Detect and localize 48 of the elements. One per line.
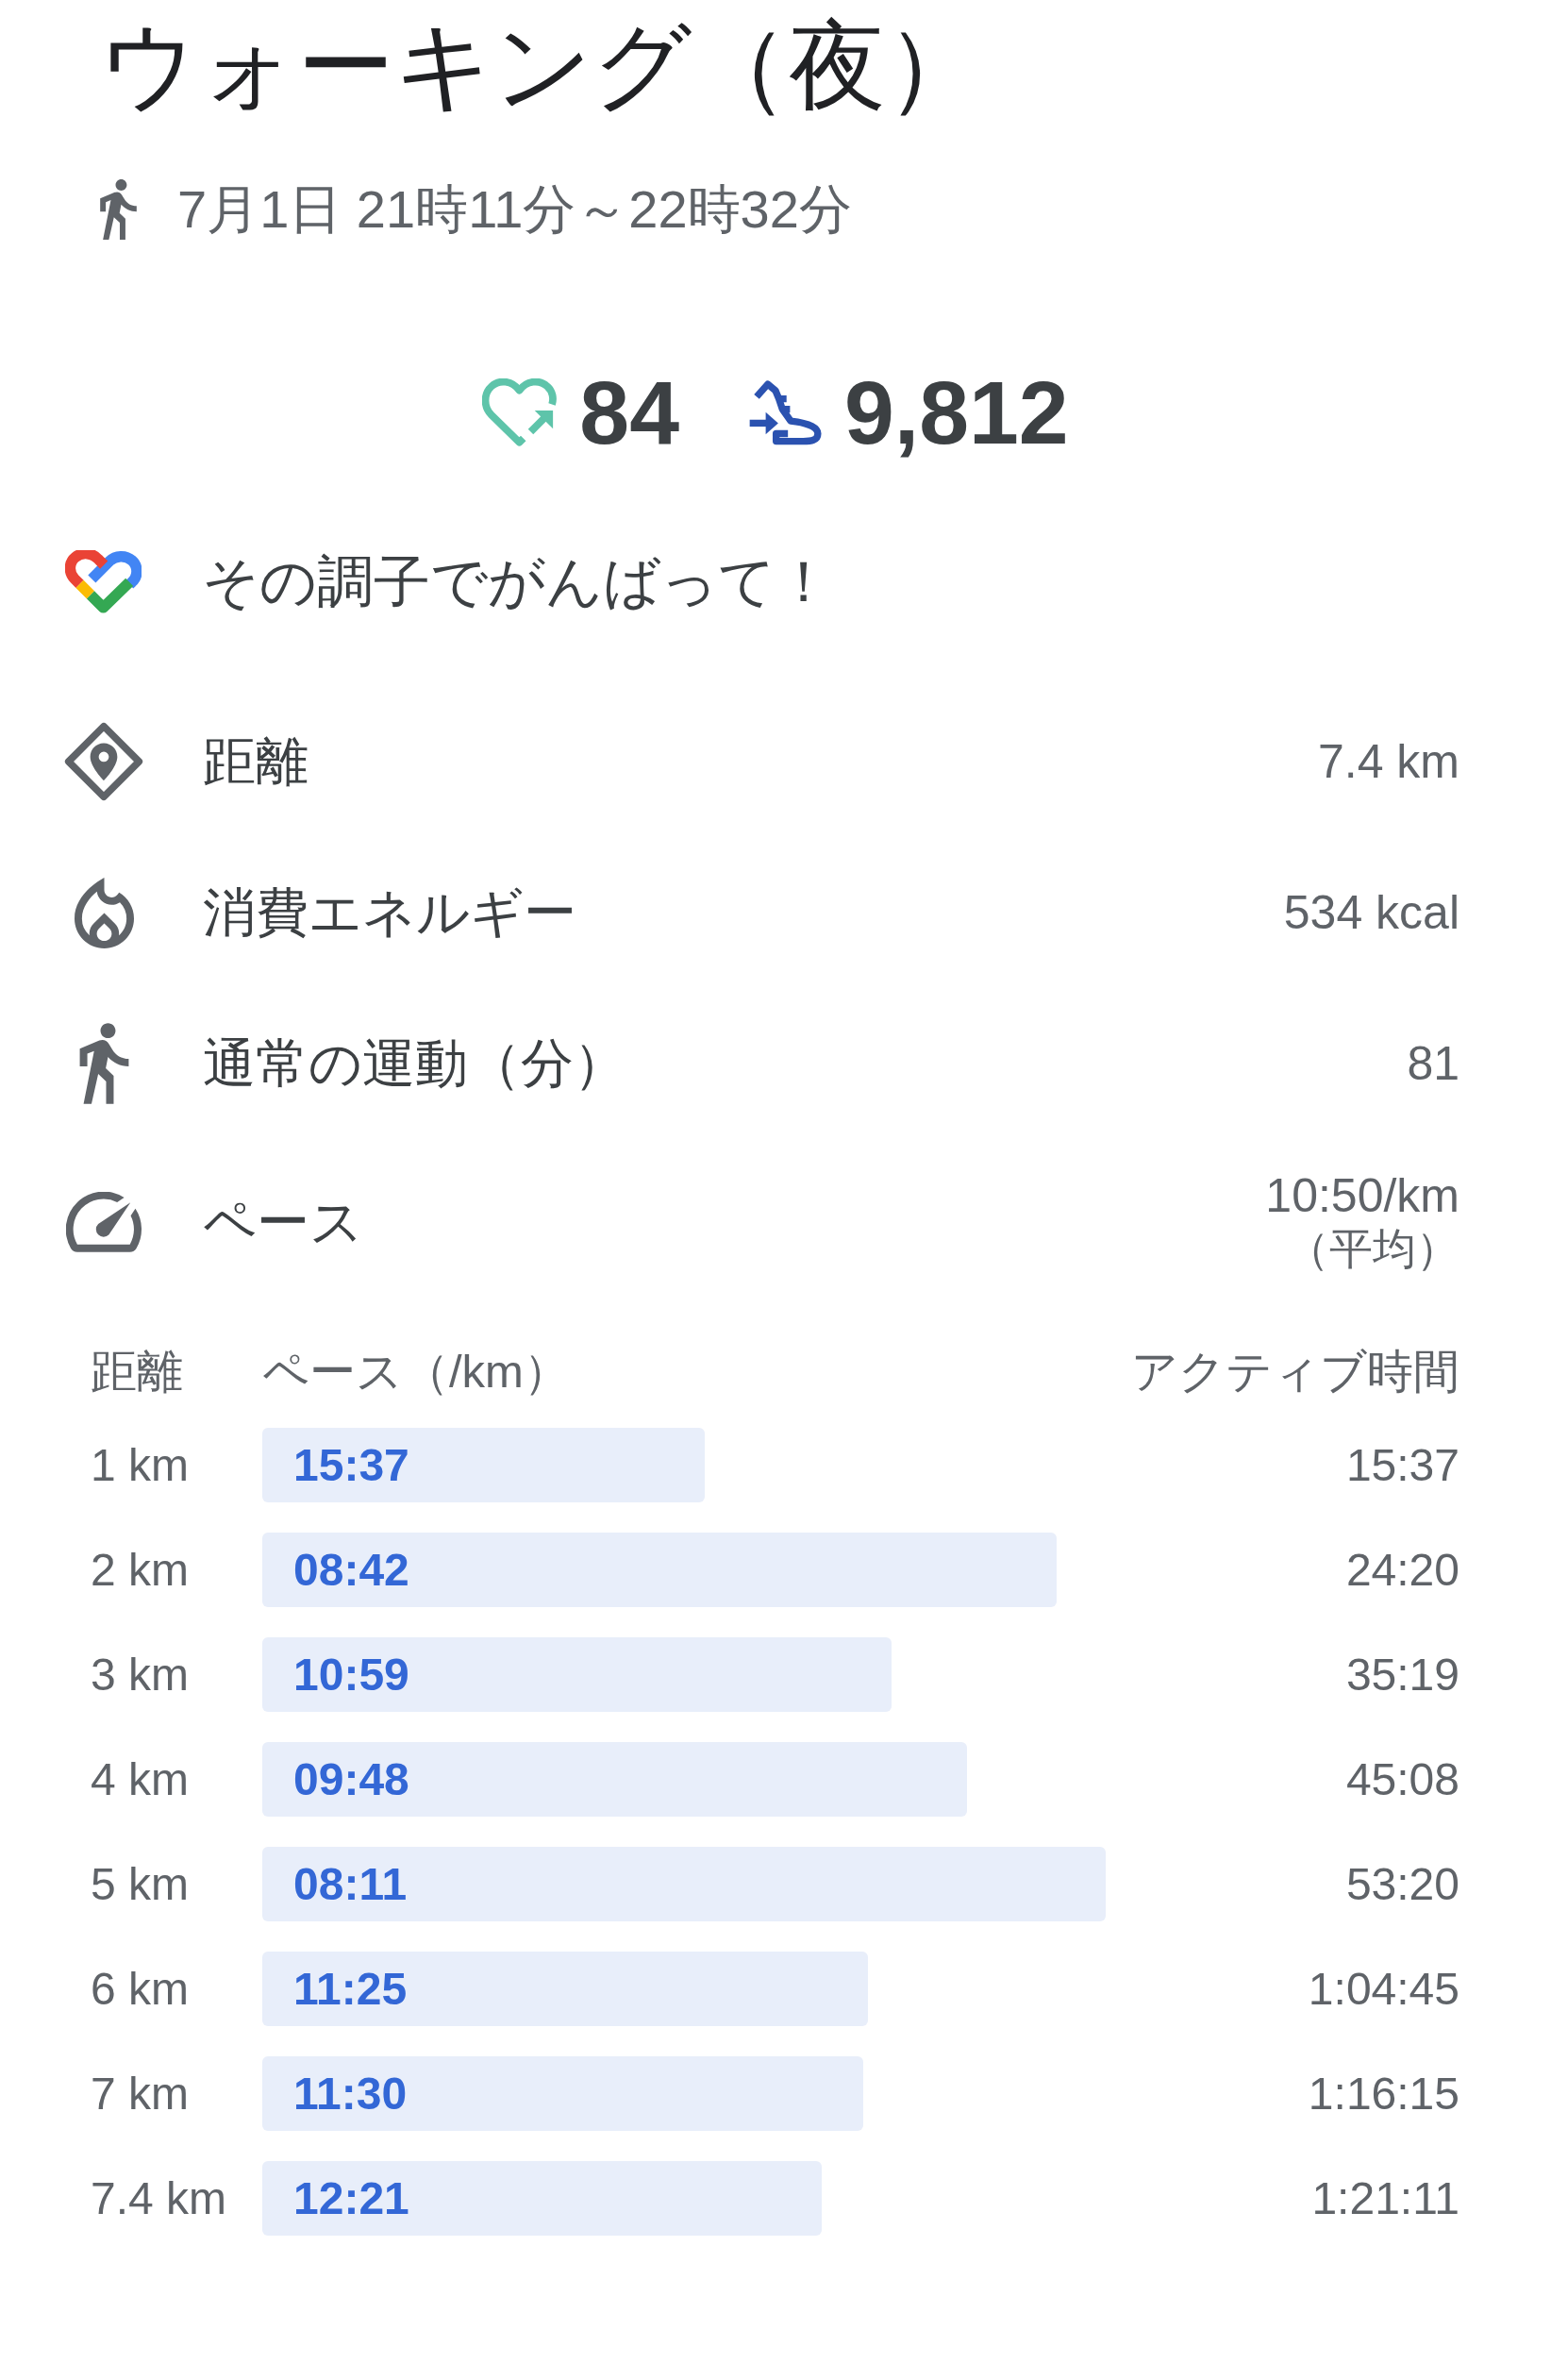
heart-logo-icon xyxy=(65,549,142,615)
split-distance: 7.4 km xyxy=(91,2171,228,2225)
heart-points-value: 84 xyxy=(579,365,679,460)
split-active-time: 45:08 xyxy=(1344,1752,1459,1806)
session-time: 7月1日 21時11分～22時32分 xyxy=(177,179,852,240)
split-pace: 12:21 xyxy=(293,2171,409,2225)
metric-value: 81 xyxy=(1407,1037,1459,1090)
split-distance: 5 km xyxy=(91,1857,190,1911)
metric-value: 7.4 km xyxy=(1317,735,1459,788)
column-header: 距離 xyxy=(91,1345,184,1399)
walking-person-icon xyxy=(77,1023,130,1104)
metric-label: ペース xyxy=(203,1191,363,1253)
split-active-time: 1:21:11 xyxy=(1310,2171,1459,2225)
column-header: ペース（/km） xyxy=(262,1345,570,1399)
column-header: アクティブ時間 xyxy=(1131,1345,1459,1399)
metric-label: 通常の運動（分） xyxy=(203,1032,626,1095)
split-pace: 08:42 xyxy=(293,1543,409,1597)
split-distance: 1 km xyxy=(91,1438,190,1492)
split-active-time: 24:20 xyxy=(1344,1543,1459,1597)
metric-value: 10:50/km xyxy=(1265,1169,1459,1222)
split-active-time: 1:16:15 xyxy=(1307,2067,1459,2120)
split-active-time: 53:20 xyxy=(1344,1857,1459,1911)
split-pace: 08:11 xyxy=(293,1857,408,1911)
split-active-time: 1:04:45 xyxy=(1307,1962,1459,2016)
metric-label: 距離 xyxy=(203,730,309,793)
heart-arrow-icon xyxy=(482,378,558,446)
metric-note: （平均） xyxy=(1286,1223,1459,1275)
split-distance: 3 km xyxy=(91,1648,190,1701)
flame-icon xyxy=(74,877,134,948)
split-active-time: 35:19 xyxy=(1344,1648,1459,1701)
split-distance: 6 km xyxy=(91,1962,190,2016)
split-pace: 11:30 xyxy=(293,2067,408,2120)
split-pace: 15:37 xyxy=(293,1438,409,1492)
split-active-time: 15:37 xyxy=(1344,1438,1459,1492)
metric-label: 消費エネルギー xyxy=(203,881,576,944)
walking-person-icon xyxy=(99,179,138,240)
motivation-message: その調子でがんばって！ xyxy=(202,549,832,615)
speedometer-icon xyxy=(66,1192,142,1252)
split-pace: 09:48 xyxy=(293,1752,409,1806)
activity-title: ウォーキング（夜） xyxy=(99,10,983,122)
location-pin-diamond-icon xyxy=(64,722,143,801)
split-pace: 11:25 xyxy=(293,1962,408,2016)
steps-value: 9,812 xyxy=(843,365,1069,460)
split-pace: 10:59 xyxy=(293,1648,409,1701)
split-distance: 7 km xyxy=(91,2067,190,2120)
split-distance: 4 km xyxy=(91,1752,190,1806)
split-distance: 2 km xyxy=(91,1543,190,1597)
metric-value: 534 kcal xyxy=(1283,886,1459,939)
